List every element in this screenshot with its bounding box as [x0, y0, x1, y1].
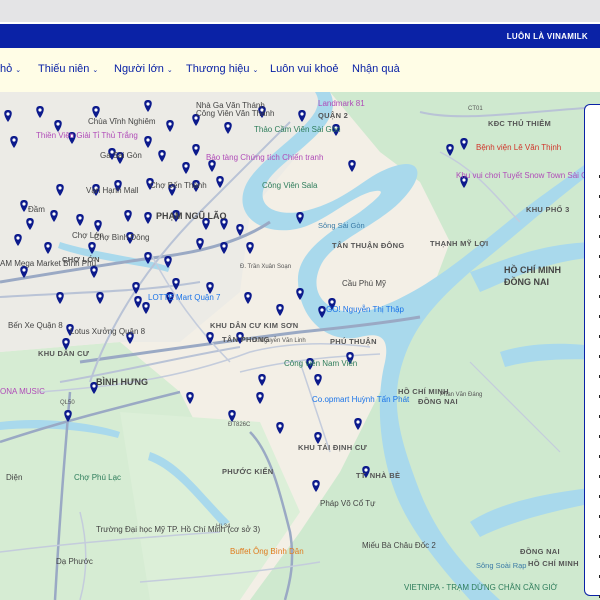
nav-item-luon-vui-khoe[interactable]: Luôn vui khoẻ: [270, 63, 339, 75]
top-bar: LUÔN LÀ VINAMILK: [0, 24, 600, 48]
map-label: Chợ Phú Lạc: [74, 473, 122, 482]
store-pin-icon[interactable]: [314, 374, 322, 386]
main-nav: hỏ ⌄ Thiếu niên ⌄ Người lớn ⌄ Thương hiệu ⌄ …: [0, 48, 600, 92]
map-label: ĐỒNG NAI: [520, 547, 560, 556]
map-label: Sông Sài Gòn: [318, 221, 365, 230]
map-label: VIETNIPA - TRẠM DỪNG CHÂN CẦN GIỜ: [404, 583, 558, 592]
store-pin-icon[interactable]: [246, 242, 254, 254]
map-label: ĐỒNG NAI: [504, 277, 549, 287]
nav-label: Nhận quà: [352, 63, 400, 75]
map-label: QUẬN 2: [318, 111, 349, 120]
map-label: KHU TÁI ĐỊNH CƯ: [298, 443, 368, 452]
map-label: ĐỒNG NAI: [418, 397, 458, 406]
store-pin-icon[interactable]: [258, 374, 266, 386]
map-label: TT. NHÀ BÈ: [356, 471, 401, 480]
map-label: Co.opmart Huỳnh Tấn Phát: [312, 395, 410, 404]
map-label: TÂN THUẬN ĐÔNG: [332, 241, 405, 250]
map-label: Công Viên Sala: [262, 181, 318, 190]
store-map[interactable]: Chùa Vĩnh Nghiêm Nhà Ga Văn Thánh Công Viê…: [0, 92, 600, 600]
map-label: Landmark 81: [318, 99, 365, 108]
map-label: Vạn Hạnh Mall: [86, 186, 139, 195]
map-label: THẠNH MỸ LỢI: [430, 239, 489, 248]
map-label: KĐC THỦ THIÊM: [488, 119, 552, 128]
nav-label: hỏ: [0, 63, 13, 75]
map-label: Chợ Bình Đông: [94, 233, 150, 242]
nav-item-thieu-nien[interactable]: Thiếu niên ⌄: [38, 63, 98, 75]
map-label: Bảo tàng Chứng tích Chiến tranh: [206, 153, 324, 162]
map-label: Công viên Nam Viên: [284, 359, 358, 368]
map-label: Thảo Cầm Viên Sài Gòn: [254, 125, 341, 134]
map-label: KHU DÂN CƯ: [38, 349, 90, 358]
map-label: Miếu Bà Châu Đốc 2: [362, 541, 436, 550]
map-label: Đầm: [28, 205, 45, 214]
map-label: Đ. Trần Xuân Soạn: [240, 264, 292, 270]
map-label: KHU PHỐ 3: [526, 205, 570, 214]
chevron-down-icon: ⌄: [252, 67, 259, 74]
nav-label: Thiếu niên: [38, 63, 90, 75]
map-label: KHU DÂN CƯ KIM SƠN: [210, 321, 299, 330]
map-label: Trường Đại học Mỹ TP. Hồ Chí Minh (cơ sở…: [96, 525, 261, 534]
brand-slogan: LUÔN LÀ VINAMILK: [506, 31, 588, 41]
map-label: QL50: [60, 400, 75, 406]
map-label: HL34: [216, 524, 231, 530]
nav-item-tre-nho[interactable]: hỏ ⌄: [0, 63, 21, 75]
browser-chrome-strip: [0, 0, 600, 22]
store-pin-icon[interactable]: [186, 392, 194, 404]
chevron-down-icon: ⌄: [15, 67, 22, 74]
nav-label: Người lớn: [114, 63, 164, 75]
map-label: Bệnh viện Lê Văn Thịnh: [476, 143, 562, 152]
map-label: HỒ CHÍ MINH: [528, 559, 579, 568]
map-label: Chùa Vĩnh Nghiêm: [88, 117, 156, 126]
nav-item-nhan-qua[interactable]: Nhận quà: [352, 63, 400, 75]
map-label: Diện: [6, 473, 23, 482]
map-label: Dạ Phước: [56, 557, 93, 566]
store-pin-icon[interactable]: [354, 418, 362, 430]
chevron-down-icon: ⌄: [166, 67, 173, 74]
map-label: AM Mega Market Bình Phú: [0, 259, 97, 268]
map-label: Phan Văn Đáng: [440, 392, 483, 398]
map-label: Bến Xe Quận 8: [8, 321, 63, 330]
map-label: ĐT826C: [228, 422, 251, 428]
store-list-panel[interactable]: [584, 104, 600, 598]
nav-label: Luôn vui khoẻ: [270, 63, 339, 75]
map-label: Cầu Phú Mỹ: [342, 279, 387, 288]
map-label: ONA MUSIC: [0, 387, 45, 396]
store-pin-icon[interactable]: [276, 422, 284, 434]
map-label: Chợ Bến Thành: [150, 181, 207, 190]
nav-item-thuong-hieu[interactable]: Thương hiệu ⌄: [186, 63, 258, 75]
map-label: PHƯỚC KIỂN: [222, 467, 274, 476]
map-label: Buffet Ông Bình Dân: [230, 547, 304, 556]
map-label: PHÚ THUẬN: [330, 337, 377, 346]
map-label: GO! Nguyễn Thị Thập: [326, 305, 404, 314]
map-base: [0, 92, 600, 600]
store-pin-icon[interactable]: [348, 160, 356, 172]
store-pin-icon[interactable]: [312, 480, 320, 492]
nav-label: Thương hiệu: [186, 63, 250, 75]
map-label: CT01: [468, 106, 483, 112]
nav-item-nguoi-lon[interactable]: Người lớn ⌄: [114, 63, 173, 75]
map-label: Sông Soài Rạp: [476, 561, 527, 570]
map-label: Đ. Nguyễn Văn Linh: [252, 338, 306, 344]
map-label: Ga Sài Gòn: [100, 151, 142, 160]
map-label: LOTTE Mart Quận 7: [148, 293, 221, 302]
map-label: HỒ CHÍ MINH: [504, 265, 561, 275]
map-label: Khu vui chơi Tuyết Snow Town Sài Gòn: [456, 171, 597, 180]
store-pin-icon[interactable]: [244, 292, 252, 304]
map-label: BÌNH HƯNG: [96, 377, 148, 387]
chevron-down-icon: ⌄: [92, 67, 99, 74]
store-pin-icon[interactable]: [276, 304, 284, 316]
map-label: Công Viên Văn Thánh: [196, 109, 275, 118]
map-label: Pháp Võ Cổ Tự: [320, 499, 376, 508]
store-pin-icon[interactable]: [256, 392, 264, 404]
map-label: Thiền Viện Giải Tỉ Thủ Trắng: [36, 131, 138, 140]
map-label: PHẠM NGŨ LÃO: [156, 211, 227, 221]
map-label: Lotus Xưởng Quận 8: [70, 327, 146, 336]
